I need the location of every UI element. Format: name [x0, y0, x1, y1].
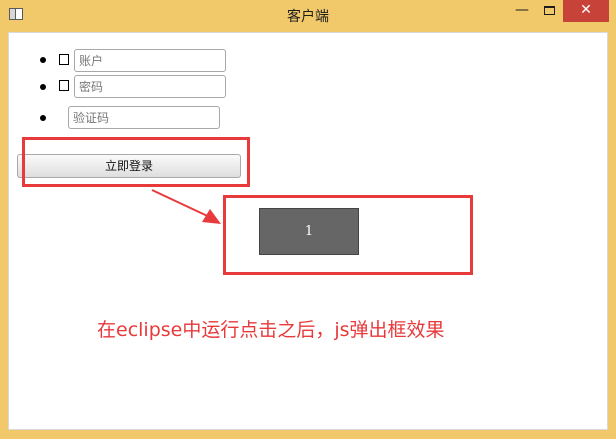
title-bar[interactable]: 客户端 — ✕ [0, 0, 616, 32]
app-window: 客户端 — ✕ 立即登录 1 在eclipse中运行点击之后，js弹出框效果 [0, 0, 616, 439]
minimize-button[interactable]: — [509, 0, 535, 22]
client-area: 立即登录 1 在eclipse中运行点击之后，js弹出框效果 [8, 32, 608, 430]
close-icon: ✕ [580, 2, 592, 18]
maximize-icon [543, 6, 555, 15]
maximize-button[interactable] [535, 0, 563, 22]
minimize-icon: — [515, 2, 529, 18]
arrow-icon [151, 189, 221, 224]
close-button[interactable]: ✕ [563, 0, 609, 22]
annotation-text: 在eclipse中运行点击之后，js弹出框效果 [97, 319, 445, 341]
